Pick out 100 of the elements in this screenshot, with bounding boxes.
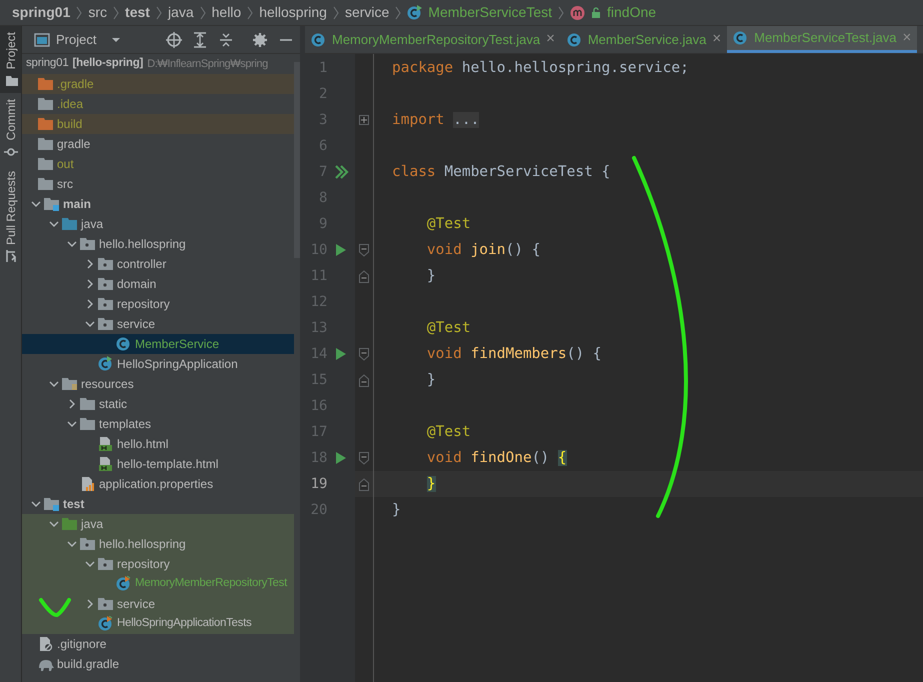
panel-title: Project [56,30,96,49]
folder-icon [38,76,54,92]
fold-icon[interactable] [359,452,369,464]
chevron-icon [247,6,254,20]
breadcrumb-item[interactable]: spring01 [12,2,70,23]
package-icon [98,556,114,572]
code-line: @Test [426,423,471,442]
code-line: @Test [426,215,471,234]
item-label: build [57,116,82,133]
fold-icon[interactable] [359,348,369,360]
tree-row[interactable]: templates [22,414,294,434]
chevron-icon [76,6,82,20]
close-button[interactable]: × [712,28,722,51]
item-label: MemoryMemberRepositoryTest [135,576,287,592]
tool-window-tab[interactable]: Pull Requests [0,164,21,269]
tool-window-tab[interactable]: Commit [0,93,21,165]
item-label: src [57,176,73,193]
tool-window-tab[interactable]: Project [0,26,21,94]
chevron-icon [332,6,339,20]
tree-row[interactable]: src [22,174,294,194]
dropdown-icon [110,36,122,44]
tree-row[interactable]: out [22,154,294,174]
breadcrumb-item[interactable]: java [168,2,194,23]
item-label: service [117,596,156,613]
tree-row[interactable]: repository [22,294,294,314]
tree-row[interactable]: .gitignore [22,634,294,654]
project-path: D:₩InflearnSpring₩spring [147,56,268,72]
item-label: .idea [57,96,84,113]
expand-fold-icon[interactable] [359,115,369,125]
tree-row[interactable]: java [22,514,294,534]
breadcrumb-item[interactable]: findOne [607,2,656,23]
collapse-all-icon[interactable] [218,32,234,48]
breadcrumb-item[interactable]: test [125,2,150,23]
class-icon [311,32,326,48]
expand-all-icon[interactable] [192,32,208,48]
tree-row[interactable]: hello.hellospring [22,234,294,254]
tree-row[interactable]: controller [22,254,294,274]
tree-row[interactable]: build.gradle [22,654,294,674]
run-icon[interactable] [335,347,348,361]
locate-icon[interactable] [166,32,182,48]
run-all-icon[interactable] [335,165,350,179]
code-line: } [426,371,436,390]
tree-row[interactable]: test [22,494,294,514]
folder-icon [38,176,54,192]
run-icon[interactable] [335,243,348,257]
class-icon [407,4,422,20]
editor-tab[interactable]: MemberService.java × [560,26,728,53]
item-label: hello.html [117,436,168,453]
item-label: test [63,496,84,513]
tab-label: MemoryMemberRepositoryTest.java [332,30,540,49]
folder-icon [62,516,78,532]
fold-icon[interactable] [359,374,369,386]
breadcrumb-item[interactable]: src [88,2,108,23]
tree-row[interactable]: application.properties [22,474,294,494]
module-name: [hello-spring] [72,56,144,72]
tree-row[interactable]: resources [22,374,294,394]
tree-row[interactable]: java [22,214,294,234]
item-label: domain [117,276,156,293]
tree-row[interactable]: HelloSpringApplicationTests [22,614,294,634]
breadcrumb-item[interactable]: hellospring [259,2,327,23]
tree-row[interactable]: .gradle [22,74,294,94]
item-label: static [99,396,128,413]
breadcrumb-item[interactable]: service [344,2,390,23]
folder-icon [44,496,60,512]
tree-row[interactable]: domain [22,274,294,294]
tree-row[interactable]: service [22,314,294,334]
close-button[interactable]: × [546,28,555,51]
tree-row[interactable]: hello-template.html [22,454,294,474]
fold-icon[interactable] [359,270,369,282]
breadcrumb-item[interactable]: MemberServiceTest [428,2,552,23]
tree-row[interactable]: hello.html [22,434,294,454]
item-label: repository [117,556,170,573]
fold-icon[interactable] [359,478,369,490]
package-icon [98,276,114,292]
class-icon [116,336,132,352]
tree-row[interactable]: hello.hellospring [22,534,294,554]
tree-row[interactable]: static [22,394,294,414]
run-icon[interactable] [335,451,348,465]
breadcrumb-item[interactable]: hello [212,2,242,23]
settings-icon[interactable] [252,32,268,48]
code-line: void findOne() { [426,449,567,468]
package-icon [80,536,96,552]
pull-request-icon [4,248,18,263]
code-line: @Test [426,319,471,338]
item-label: HelloSpringApplication [117,356,238,373]
tree-row[interactable]: service [22,594,294,614]
method-icon [570,4,585,20]
scrollbar[interactable] [294,62,300,258]
tree-row[interactable]: gradle [22,134,294,154]
chevron-icon [113,6,120,20]
tree-row[interactable]: repository [22,554,294,574]
editor-tab[interactable]: MemoryMemberRepositoryTest.java × [305,26,561,53]
tree-row[interactable]: .idea [22,94,294,114]
tree-row[interactable]: HelloSpringApplication [22,354,294,374]
tree-row[interactable]: build [22,114,294,134]
tree-row[interactable]: main [22,194,294,214]
tree-row[interactable]: MemberService [22,334,294,354]
item-label: HelloSpringApplicationTests [117,616,252,632]
project-root-name[interactable]: spring01 [26,55,69,73]
fold-icon[interactable] [359,244,369,256]
